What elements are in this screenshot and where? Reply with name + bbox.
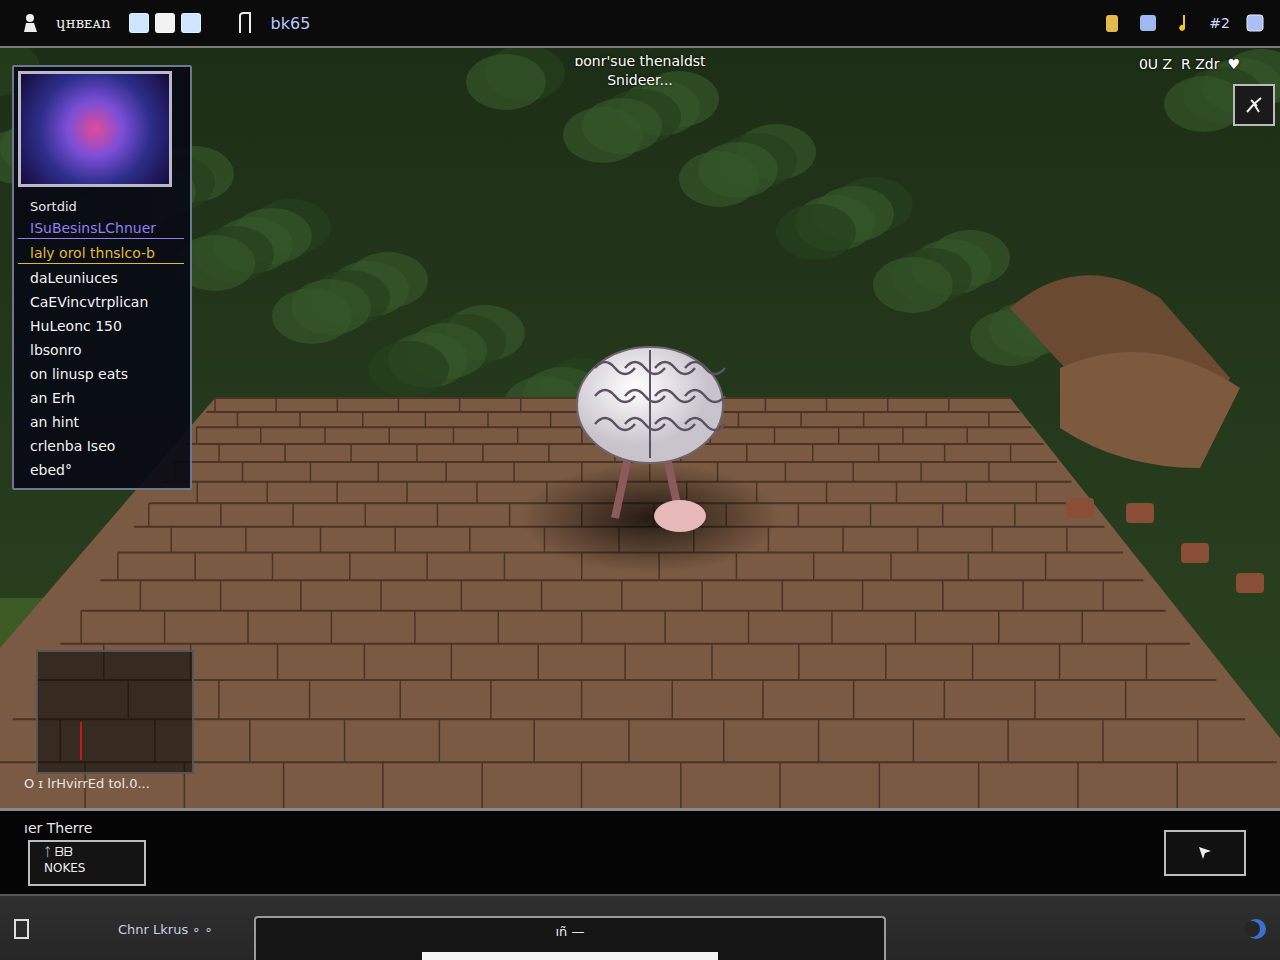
- heart-icon: ♥: [1227, 56, 1240, 72]
- panel-icon[interactable]: [1137, 12, 1159, 34]
- bottom-bar: Chnr Lkrus ∘ ∘ ıñ —: [0, 894, 1280, 960]
- panel-item[interactable]: crlenba Iseo: [18, 436, 184, 456]
- game-viewport[interactable]: Sortdid ISuBesinsLChnuer laly orol thnslco…: [0, 48, 1280, 808]
- slot-icon[interactable]: [181, 13, 201, 33]
- action-button[interactable]: [1233, 84, 1275, 126]
- bar-label: Chnr Lkrus ∘ ∘: [48, 922, 238, 937]
- moon-icon[interactable]: [1244, 917, 1268, 941]
- cursor-icon: [1193, 841, 1217, 865]
- game-title: ɥʜʙᴇᴀn: [56, 14, 111, 32]
- panel-header: Sortdid: [18, 199, 184, 214]
- side-panel: Sortdid ISuBesinsLChnuer laly orol thnslco…: [12, 65, 192, 490]
- counter: bk65: [271, 14, 311, 33]
- item-box[interactable]: ᛏ ᗷᗷNOKES: [28, 840, 146, 886]
- slot-icon[interactable]: [129, 13, 149, 33]
- panel-item[interactable]: CaEVincvtrplican: [18, 292, 184, 312]
- scene-footer: O ɪ lrHvirrEd tol.0...: [24, 776, 150, 791]
- scene-caption: ɒonr'sue thenaldstSnideer...: [574, 52, 705, 90]
- top-bar: ɥʜʙᴇᴀn bk65 #2: [0, 0, 1280, 48]
- panel-item[interactable]: ebed°: [18, 460, 184, 480]
- game-screen: ɥʜʙᴇᴀn bk65 #2 Sortdid ISuBesinsLChnuer laly …: [0, 0, 1280, 960]
- lower-panel: ıer Therre ᛏ ᗷᗷNOKES: [0, 808, 1280, 894]
- phone-icon[interactable]: [12, 918, 32, 940]
- note-icon[interactable]: [1173, 12, 1195, 34]
- panel-item[interactable]: laly orol thnslco-b: [18, 243, 184, 264]
- panel-item[interactable]: lbsonro: [18, 340, 184, 360]
- panel-item[interactable]: ISuBesinsLChnuer: [18, 218, 184, 239]
- portrait-image: [18, 71, 172, 187]
- character-icon[interactable]: [20, 12, 42, 34]
- panel-item[interactable]: an hint: [18, 412, 184, 432]
- brain-creature[interactable]: [577, 347, 725, 532]
- figure-icon: [1243, 94, 1265, 116]
- brain-shadow: [520, 463, 780, 573]
- map-button[interactable]: [1164, 830, 1246, 876]
- progress-track: [256, 952, 884, 960]
- door-icon[interactable]: [235, 12, 257, 34]
- slot-icon[interactable]: [155, 13, 175, 33]
- stats: 0U Z R Zdr♥: [1139, 56, 1240, 72]
- level-label: #2: [1209, 15, 1230, 31]
- window-icon[interactable]: [1244, 12, 1266, 34]
- panel-item[interactable]: daLeuniuces: [18, 268, 184, 288]
- minimap[interactable]: [36, 650, 194, 774]
- minimap-marker: [80, 722, 82, 760]
- panel-item[interactable]: on linusp eats: [18, 364, 184, 384]
- progress-fill: [422, 952, 717, 960]
- panel-item[interactable]: an Erh: [18, 388, 184, 408]
- slot-group: [129, 13, 201, 33]
- panel-item[interactable]: HuLeonc 150: [18, 316, 184, 336]
- chat-input[interactable]: ıñ —: [254, 916, 886, 960]
- lower-label: ıer Therre: [24, 820, 146, 836]
- jar-icon[interactable]: [1101, 12, 1123, 34]
